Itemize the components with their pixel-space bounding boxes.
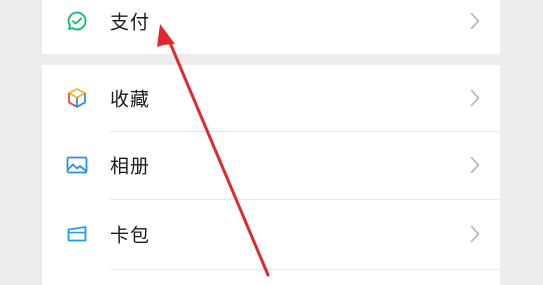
menu-item-label: 相册	[110, 155, 151, 178]
menu-item-album[interactable]: 相册	[42, 132, 500, 198]
chevron-right-icon	[470, 89, 480, 107]
payment-card: 支付	[42, 0, 500, 54]
menu-card: 收藏 相册 卡包	[42, 65, 500, 285]
chevron-right-icon	[470, 12, 480, 30]
favorites-icon	[64, 85, 90, 111]
chevron-right-icon	[470, 156, 480, 174]
menu-item-label: 支付	[110, 11, 151, 34]
divider	[110, 269, 500, 270]
chevron-right-icon	[470, 225, 480, 243]
card-wallet-icon	[64, 221, 90, 247]
menu-item-payment[interactable]: 支付	[42, 0, 500, 54]
album-icon	[64, 152, 90, 178]
menu-item-label: 收藏	[110, 88, 151, 111]
menu-item-favorites[interactable]: 收藏	[42, 65, 500, 131]
menu-item-card-wallet[interactable]: 卡包	[42, 201, 500, 267]
divider	[110, 199, 500, 200]
payment-icon	[64, 8, 90, 34]
menu-item-label: 卡包	[110, 224, 151, 247]
